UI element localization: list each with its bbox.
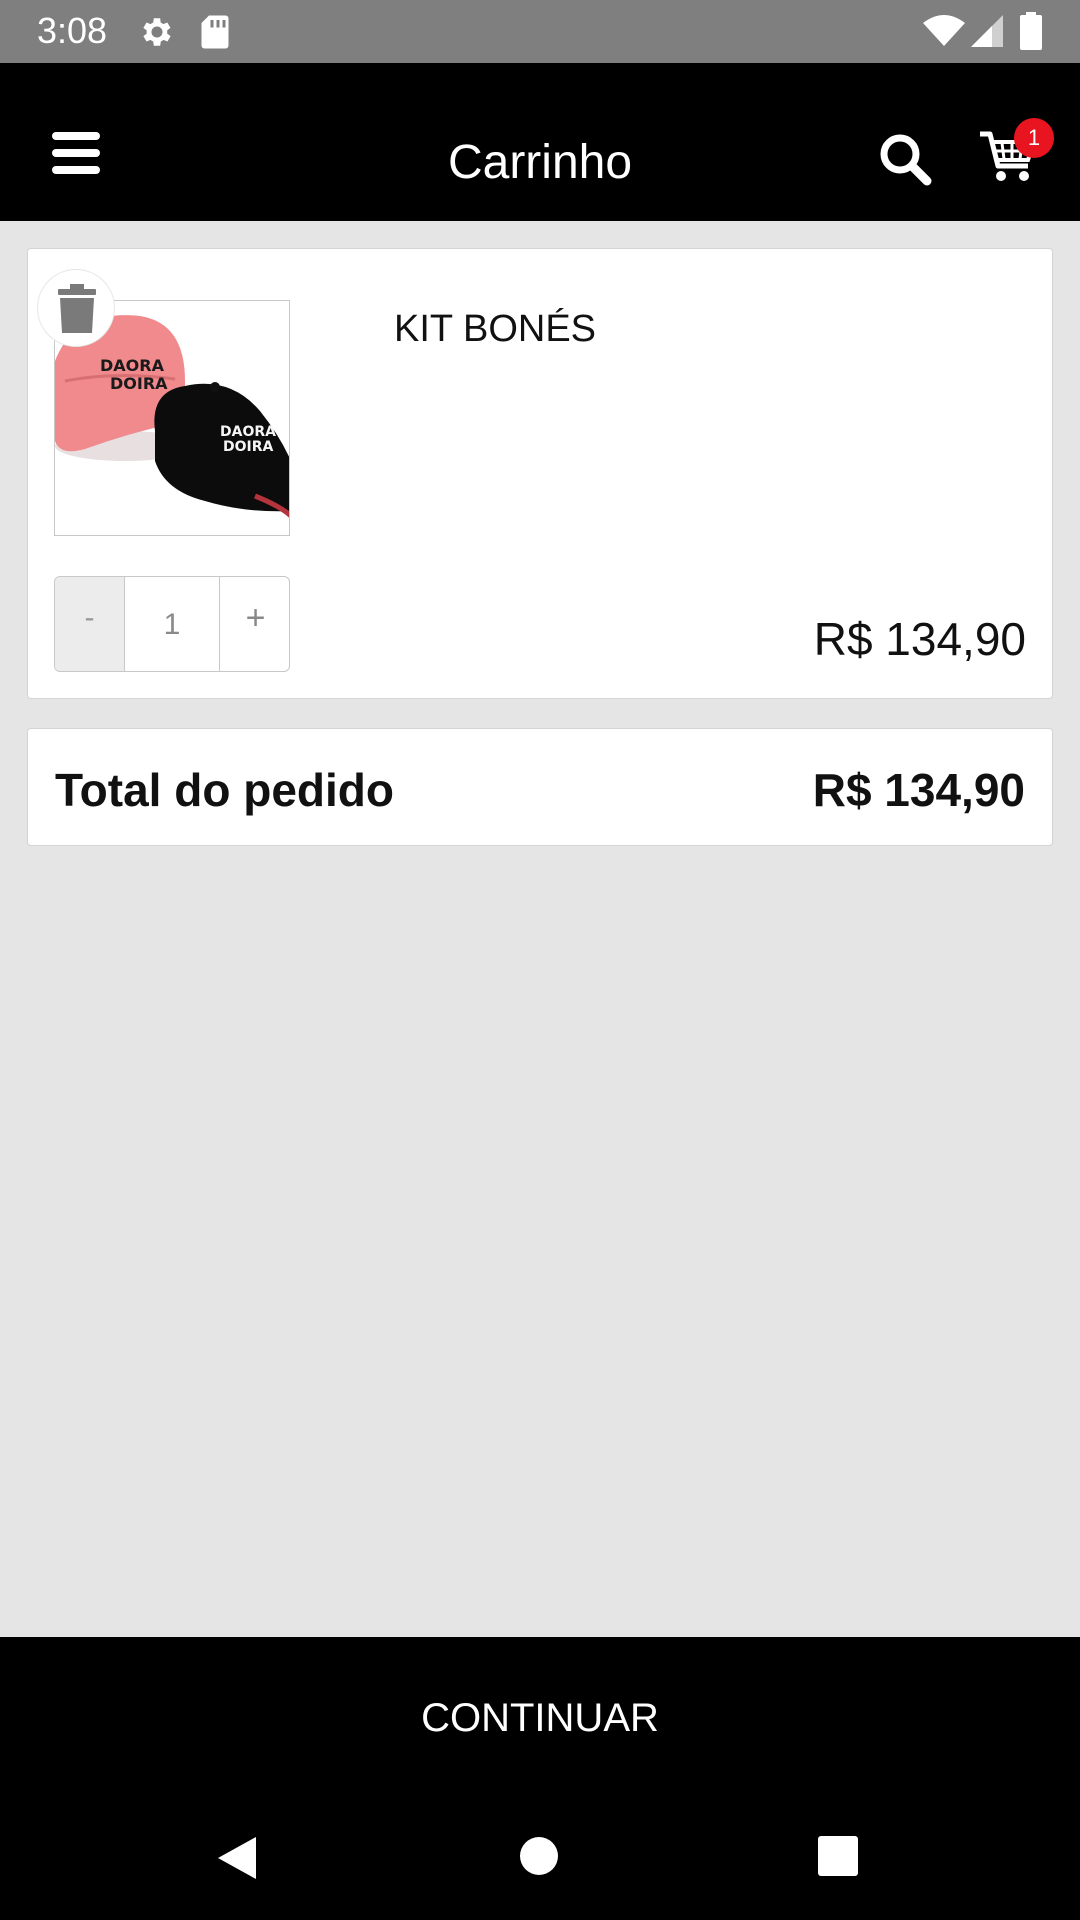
- sd-card-icon: [201, 15, 229, 49]
- recents-icon[interactable]: [818, 1836, 858, 1876]
- svg-text:DOIRA: DOIRA: [223, 439, 274, 455]
- product-name: KIT BONÉS: [394, 308, 597, 350]
- status-bar: 3:08: [0, 0, 1080, 63]
- search-icon[interactable]: [878, 132, 932, 186]
- increase-quantity-button[interactable]: +: [220, 577, 289, 671]
- trash-icon: [58, 284, 96, 333]
- quantity-stepper: - 1 +: [54, 576, 290, 672]
- system-nav-bar: [0, 1800, 1080, 1920]
- decrease-quantity-button[interactable]: -: [55, 577, 125, 671]
- signal-icon: [971, 15, 1003, 47]
- status-time: 3:08: [37, 10, 108, 51]
- battery-icon: [1020, 12, 1042, 50]
- gear-icon: [143, 18, 171, 46]
- continue-button[interactable]: CONTINUAR: [0, 1637, 1080, 1800]
- back-icon[interactable]: [216, 1835, 258, 1881]
- cart-count-badge: 1: [1014, 118, 1054, 158]
- svg-text:DOIRA: DOIRA: [110, 374, 168, 393]
- svg-text:DAORA: DAORA: [220, 424, 276, 440]
- order-total-value: R$ 134,90: [812, 764, 1025, 816]
- order-total-label: Total do pedido: [55, 764, 394, 816]
- wifi-icon: [923, 15, 965, 46]
- order-total-card: Total do pedido R$ 134,90: [27, 728, 1053, 846]
- svg-text:DAORA: DAORA: [100, 356, 165, 375]
- home-icon[interactable]: [520, 1837, 558, 1875]
- quantity-value: 1: [125, 577, 220, 671]
- app-bar: Carrinho 1: [0, 63, 1080, 221]
- product-price: R$ 134,90: [813, 613, 1026, 665]
- delete-item-button[interactable]: [37, 269, 115, 347]
